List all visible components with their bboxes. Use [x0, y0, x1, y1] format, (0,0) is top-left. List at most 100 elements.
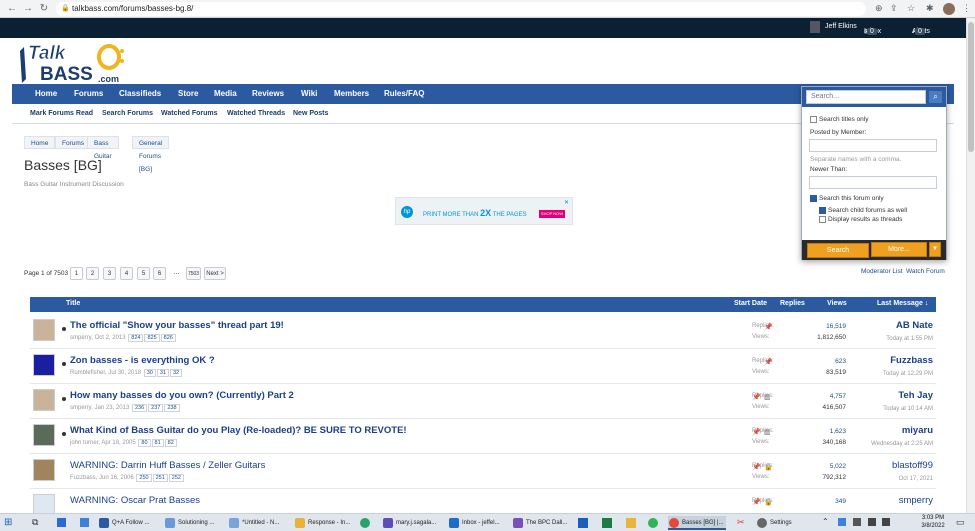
address-bar[interactable]: 🔒 talkbass.com/forums/basses-bg.8/	[56, 2, 866, 16]
subnav-mark-forums-read[interactable]: Mark Forums Read	[30, 110, 93, 117]
network-icon[interactable]	[868, 518, 876, 526]
nav-forums[interactable]: Forums	[74, 89, 103, 98]
taskbar-item[interactable]: Response - In...	[294, 516, 350, 530]
page-link[interactable]: 824	[128, 334, 144, 342]
ad-shop-button[interactable]: SHOP NOW	[539, 210, 565, 218]
notifications-icon[interactable]: ▭	[956, 517, 965, 528]
chrome-alt-icon[interactable]	[360, 518, 370, 528]
taskbar-item[interactable]: The BPC Dall...	[512, 516, 570, 530]
col-start-date[interactable]: Start Date	[734, 300, 767, 307]
last-message-user[interactable]: Fuzzbass	[890, 355, 933, 366]
replies-count[interactable]: 623	[790, 358, 846, 365]
page-link[interactable]: 251	[152, 474, 168, 482]
ad-close-icon[interactable]: ✕	[564, 199, 569, 206]
search-icon[interactable]: ⌕	[928, 90, 943, 104]
child-forums-checkbox[interactable]	[819, 207, 826, 214]
thread-author[interactable]: Fuzzbass	[70, 475, 96, 481]
page-link[interactable]: 252	[168, 474, 184, 482]
nav-members[interactable]: Members	[334, 89, 369, 98]
snip-icon[interactable]: ✂	[737, 517, 745, 528]
extensions-icon[interactable]: ✱	[926, 3, 934, 14]
thread-author[interactable]: Rumblefisher	[70, 370, 105, 376]
subnav-search-forums[interactable]: Search Forums	[102, 110, 153, 117]
page-last[interactable]: 7503	[186, 267, 201, 280]
page-5[interactable]: 5	[137, 267, 150, 280]
page-link[interactable]: 825	[144, 334, 160, 342]
avatar[interactable]	[33, 354, 55, 376]
last-message-time[interactable]: Today at 1:55 PM	[886, 336, 933, 342]
page-link[interactable]: 31	[156, 369, 169, 377]
taskbar-item[interactable]: *Untitled - N...	[228, 516, 284, 530]
replies-count[interactable]: 4,757	[790, 393, 846, 400]
page-6[interactable]: 6	[153, 267, 166, 280]
page-link[interactable]: 80	[138, 439, 151, 447]
thread-author[interactable]: smperry	[70, 405, 91, 411]
page-link[interactable]: 826	[160, 334, 176, 342]
titles-only-checkbox[interactable]	[810, 116, 817, 123]
site-logo[interactable]: Talk BASS .com	[12, 39, 130, 85]
page-link[interactable]: 238	[164, 404, 180, 412]
more-button[interactable]: More...	[871, 242, 927, 257]
windows-start-icon[interactable]: ⊞	[4, 517, 12, 528]
page-link[interactable]: 236	[131, 404, 148, 412]
thread-author[interactable]: john turner	[70, 440, 98, 446]
profile-avatar[interactable]	[943, 3, 955, 15]
tray-app-icon[interactable]	[838, 518, 846, 526]
taskbar-item[interactable]: Q+A Follow ...	[98, 516, 156, 530]
last-message-user[interactable]: AB Nate	[896, 320, 933, 331]
replies-count[interactable]: 5,022	[790, 463, 846, 470]
as-threads-checkbox[interactable]	[819, 216, 826, 223]
user-name-link[interactable]: Jeff Elkins	[825, 23, 857, 30]
avatar[interactable]	[33, 424, 55, 446]
nav-store[interactable]: Store	[178, 89, 198, 98]
clock-date[interactable]: 3/8/2022	[918, 523, 948, 529]
nav-home[interactable]: Home	[35, 89, 57, 98]
forward-icon[interactable]: →	[22, 3, 34, 15]
subnav-watched-forums[interactable]: Watched Forums	[161, 110, 218, 117]
nav-media[interactable]: Media	[214, 89, 237, 98]
file-explorer-icon[interactable]	[626, 518, 636, 528]
avatar[interactable]	[33, 459, 55, 481]
page-link[interactable]: 30	[143, 369, 156, 377]
user-avatar[interactable]	[810, 21, 820, 33]
col-last-message[interactable]: Last Message ↓	[877, 300, 928, 307]
page-link[interactable]: 250	[136, 474, 152, 482]
word-icon[interactable]	[578, 518, 588, 528]
crumb-bass-guitar[interactable]: Bass Guitar	[87, 136, 119, 160]
page-link[interactable]: 81	[151, 439, 164, 447]
taskbar-item[interactable]: Inbox - jeffel...	[448, 516, 504, 530]
share-icon[interactable]: ⇪	[890, 3, 898, 14]
thread-title[interactable]: WARNING: Oscar Prat Basses	[70, 495, 200, 506]
page-scrollbar[interactable]	[966, 18, 975, 513]
thread-title[interactable]: WARNING: Darrin Huff Basses / Zeller Gui…	[70, 460, 265, 471]
thread-title[interactable]: How many basses do you own? (Currently) …	[70, 390, 294, 401]
last-message-user[interactable]: Teh Jay	[898, 390, 933, 401]
posted-by-field[interactable]	[809, 139, 937, 152]
calculator-icon[interactable]	[57, 518, 66, 527]
watch-forum-link[interactable]: Watch Forum	[906, 268, 945, 275]
thread-author[interactable]: smperry	[70, 335, 91, 341]
taskbar-item[interactable]: Settings	[756, 516, 806, 530]
whatsapp-icon[interactable]	[648, 518, 658, 528]
dropbox-icon[interactable]	[853, 518, 861, 526]
app-icon[interactable]	[80, 518, 89, 527]
last-message-time[interactable]: Today at 10:14 AM	[883, 406, 933, 412]
search-button[interactable]: Search	[807, 243, 869, 258]
page-1[interactable]: 1	[70, 267, 83, 280]
nav-rules-faq[interactable]: Rules/FAQ	[384, 89, 424, 98]
zoom-icon[interactable]: ⊕	[875, 3, 883, 14]
last-message-time[interactable]: Today at 12:29 PM	[883, 371, 933, 377]
page-link[interactable]: 237	[148, 404, 164, 412]
volume-icon[interactable]	[882, 518, 890, 526]
last-message-user[interactable]: smperry	[899, 495, 933, 506]
nav-wiki[interactable]: Wiki	[301, 89, 317, 98]
back-icon[interactable]: ←	[6, 3, 18, 15]
page-4[interactable]: 4	[120, 267, 133, 280]
scrollbar-thumb[interactable]	[968, 22, 974, 152]
col-views[interactable]: Views	[827, 300, 847, 307]
page-2[interactable]: 2	[86, 267, 99, 280]
task-view-icon[interactable]: ⧉	[32, 517, 38, 528]
taskbar-item[interactable]: Solutioning ...	[164, 516, 220, 530]
avatar[interactable]	[33, 389, 55, 411]
replies-count[interactable]: 16,519	[790, 323, 846, 330]
